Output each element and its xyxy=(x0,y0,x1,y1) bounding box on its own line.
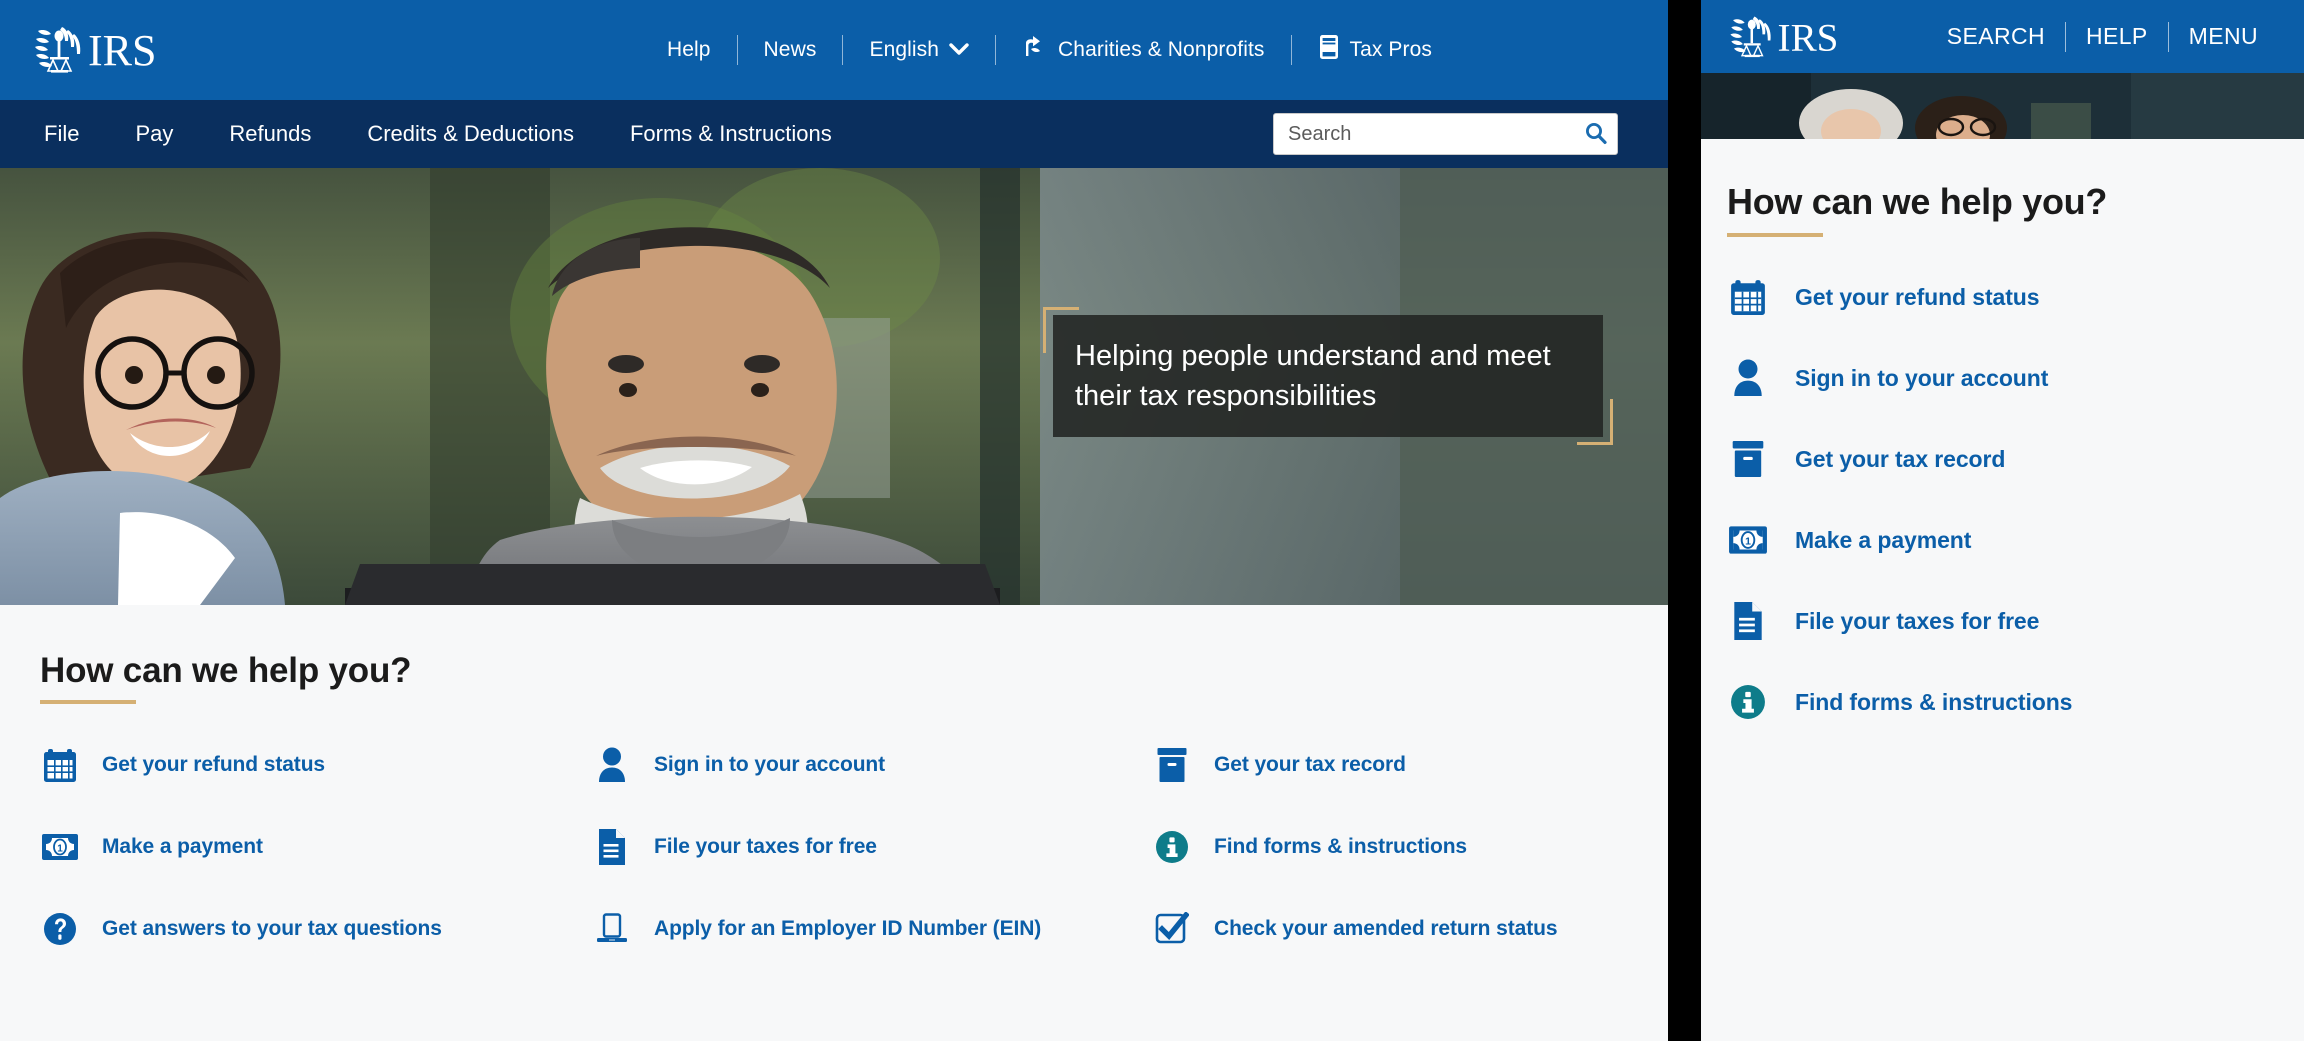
screen: IRS Help News English Charities & Nonpro… xyxy=(0,0,2304,1041)
language-selector-label: English xyxy=(869,38,940,61)
help-link-label: Sign in to your account xyxy=(654,753,886,776)
language-selector[interactable]: English xyxy=(843,38,995,62)
mobile-help-link-label: Get your tax record xyxy=(1795,445,2006,472)
mobile-hero-photo xyxy=(1701,73,2304,139)
utility-link-tax-pros-label: Tax Pros xyxy=(1349,38,1432,61)
person-icon xyxy=(592,744,632,786)
nav-item-credits-deductions[interactable]: Credits & Deductions xyxy=(339,121,602,147)
search-container xyxy=(1273,113,1618,155)
utility-nav: Help News English Charities & Nonprofits… xyxy=(641,0,1458,100)
nav-item-pay[interactable]: Pay xyxy=(107,121,201,147)
hero-callout-box: Helping people understand and meet their… xyxy=(1053,315,1603,437)
mobile-help-section: How can we help you? Get your refund sta… xyxy=(1701,139,2304,1041)
help-link-label: Get your refund status xyxy=(102,753,325,776)
mobile-help-links: Get your refund status Sign in to your a… xyxy=(1727,275,2278,724)
help-link-sign-in[interactable]: Sign in to your account xyxy=(592,744,1152,786)
mobile-help-link-find-forms-instructions[interactable]: Find forms & instructions xyxy=(1727,680,2278,724)
nav-item-forms-instructions[interactable]: Forms & Instructions xyxy=(602,121,860,147)
utility-link-news[interactable]: News xyxy=(738,38,843,62)
charities-icon xyxy=(1022,35,1048,65)
mobile-header: IRS SEARCH HELP MENU xyxy=(1701,0,2304,73)
search-input[interactable] xyxy=(1273,113,1618,155)
help-link-get-tax-record[interactable]: Get your tax record xyxy=(1152,744,1628,786)
irs-logo[interactable]: IRS xyxy=(32,0,172,100)
help-link-label: File your taxes for free xyxy=(654,835,877,858)
utility-link-news-label: News xyxy=(763,38,817,61)
mobile-help-link-label: Find forms & instructions xyxy=(1795,688,2073,715)
nav-item-file[interactable]: File xyxy=(16,121,107,147)
utility-link-charities[interactable]: Charities & Nonprofits xyxy=(996,35,1290,65)
tax-pros-icon xyxy=(1318,34,1340,66)
mobile-search-button[interactable]: SEARCH xyxy=(1927,23,2065,50)
hero-callout: Helping people understand and meet their… xyxy=(1043,307,1613,445)
mobile-help-link-label: File your taxes for free xyxy=(1795,607,2040,634)
help-link-label: Apply for an Employer ID Number (EIN) xyxy=(654,917,1042,940)
desktop-viewport: IRS Help News English Charities & Nonpro… xyxy=(0,0,1668,1041)
document-icon xyxy=(592,826,632,868)
svg-text:1: 1 xyxy=(1745,536,1751,548)
utility-link-tax-pros[interactable]: Tax Pros xyxy=(1292,34,1459,66)
mobile-help-title: How can we help you? xyxy=(1727,181,2108,222)
help-link-label: Find forms & instructions xyxy=(1214,835,1468,858)
dollar-bill-icon: 1 xyxy=(40,826,80,868)
mobile-help-link-make-a-payment[interactable]: 1 Make a payment xyxy=(1727,518,2278,562)
calendar-icon xyxy=(40,744,80,786)
file-box-icon xyxy=(1152,744,1192,786)
chevron-down-icon xyxy=(949,38,969,62)
mobile-help-link-get-tax-record[interactable]: Get your tax record xyxy=(1727,437,2278,481)
search-icon xyxy=(1584,121,1608,148)
info-circle-icon xyxy=(1727,680,1769,724)
utility-link-help[interactable]: Help xyxy=(641,38,737,62)
question-circle-icon xyxy=(40,908,80,950)
svg-text:IRS: IRS xyxy=(88,26,156,75)
help-link-apply-ein[interactable]: Apply for an Employer ID Number (EIN) xyxy=(592,908,1152,950)
document-icon xyxy=(1727,599,1769,643)
mobile-help-link-sign-in[interactable]: Sign in to your account xyxy=(1727,356,2278,400)
file-box-icon xyxy=(1727,437,1769,481)
help-link-find-forms-instructions[interactable]: Find forms & instructions xyxy=(1152,826,1628,868)
mobile-help-link-label: Get your refund status xyxy=(1795,283,2040,310)
help-links-grid: Get your refund status Sign in to your a… xyxy=(40,744,1628,950)
mobile-irs-logo[interactable]: IRS xyxy=(1727,13,1853,61)
help-section-title: How can we help you? xyxy=(40,651,412,690)
help-link-get-refund-status[interactable]: Get your refund status xyxy=(40,744,592,786)
title-underline-accent xyxy=(40,700,136,704)
mobile-header-nav: SEARCH HELP MENU xyxy=(1927,21,2278,52)
mobile-viewport: IRS SEARCH HELP MENU How can we help you… xyxy=(1701,0,2304,1041)
mobile-help-link-label: Make a payment xyxy=(1795,526,1972,553)
utility-link-help-label: Help xyxy=(666,38,711,61)
calendar-icon xyxy=(1727,275,1769,319)
mobile-menu-button[interactable]: MENU xyxy=(2169,23,2278,50)
help-link-file-taxes-free[interactable]: File your taxes for free xyxy=(592,826,1152,868)
nav-item-refunds[interactable]: Refunds xyxy=(201,121,339,147)
mobile-help-link-get-refund-status[interactable]: Get your refund status xyxy=(1727,275,2278,319)
help-link-get-answers-tax-questions[interactable]: Get answers to your tax questions xyxy=(40,908,592,950)
main-nav: File Pay Refunds Credits & Deductions Fo… xyxy=(0,100,1668,168)
help-link-label: Get your tax record xyxy=(1214,753,1406,776)
mobile-help-link-label: Sign in to your account xyxy=(1795,364,2049,391)
mobile-help-link-file-taxes-free[interactable]: File your taxes for free xyxy=(1727,599,2278,643)
mobile-help-link[interactable]: HELP xyxy=(2066,23,2168,50)
laptop-icon xyxy=(592,908,632,950)
hero-headline: Helping people understand and meet their… xyxy=(1075,339,1551,412)
help-link-label: Get answers to your tax questions xyxy=(102,917,442,940)
utility-bar: IRS Help News English Charities & Nonpro… xyxy=(0,0,1668,100)
info-circle-icon xyxy=(1152,826,1192,868)
dollar-bill-icon: 1 xyxy=(1727,518,1769,562)
hero-banner: Helping people understand and meet their… xyxy=(0,168,1668,605)
person-icon xyxy=(1727,356,1769,400)
panel-divider xyxy=(1668,0,1701,1041)
svg-text:1: 1 xyxy=(57,844,63,855)
help-section: How can we help you? Get your refund sta… xyxy=(0,605,1668,950)
help-link-check-amended-return[interactable]: Check your amended return status xyxy=(1152,908,1628,950)
svg-text:IRS: IRS xyxy=(1778,16,1839,59)
help-link-label: Check your amended return status xyxy=(1214,917,1558,940)
mobile-title-underline-accent xyxy=(1727,233,1823,237)
help-link-make-a-payment[interactable]: 1 Make a payment xyxy=(40,826,592,868)
help-link-label: Make a payment xyxy=(102,835,263,858)
search-button[interactable] xyxy=(1578,117,1614,151)
checkbox-icon xyxy=(1152,908,1192,950)
utility-link-charities-label: Charities & Nonprofits xyxy=(1058,38,1265,61)
